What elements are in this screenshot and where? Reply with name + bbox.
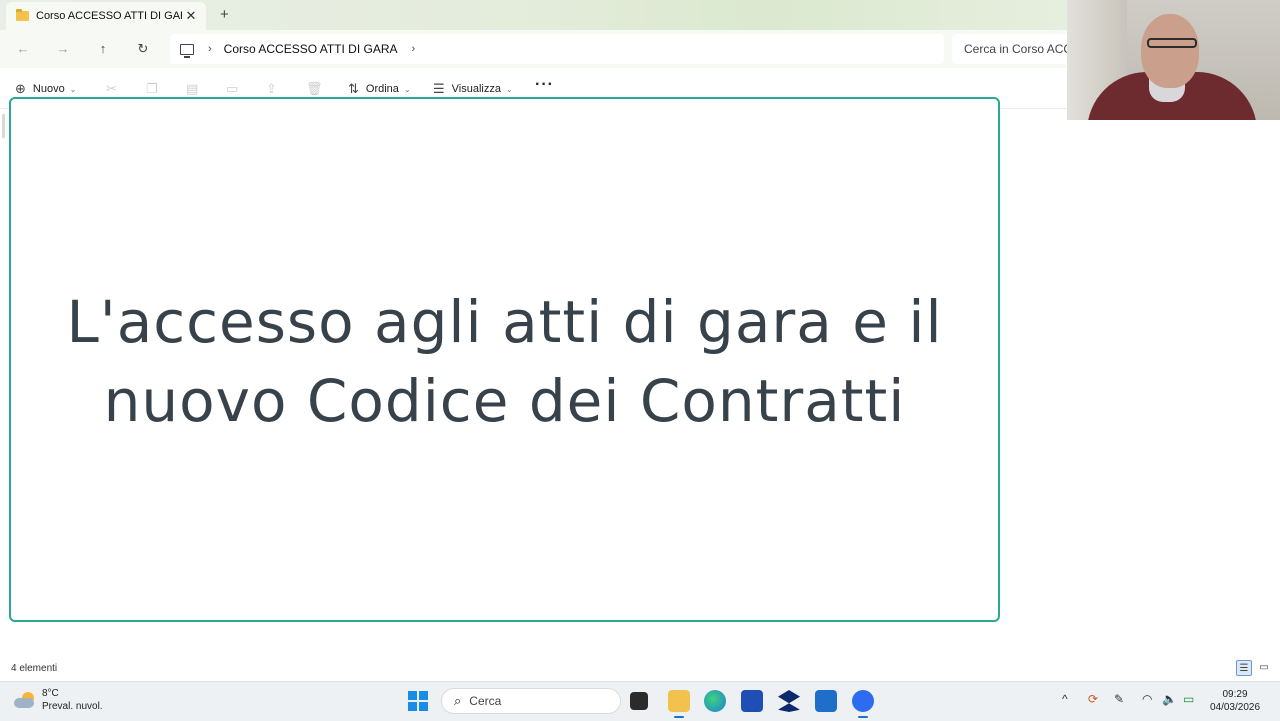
breadcrumb-folder[interactable]: Corso ACCESSO ATTI DI GARA <box>224 42 398 56</box>
chevron-right-icon[interactable]: › <box>412 43 416 55</box>
presentation-slide: L'accesso agli atti di gara e il nuovo C… <box>9 97 1000 622</box>
windows-start-icon[interactable] <box>408 691 428 711</box>
close-icon[interactable]: ✕ <box>182 8 200 24</box>
clipboard-icon: ▤ <box>186 81 199 96</box>
slide-title: L'accesso agli atti di gara e il nuovo C… <box>11 283 998 441</box>
share-button[interactable]: ⇪ <box>266 81 284 97</box>
presenter-glasses <box>1147 38 1197 48</box>
back-arrow-icon[interactable]: ← <box>14 40 32 58</box>
explorer-tab[interactable]: Corso ACCESSO ATTI DI GARA ✕ <box>6 2 206 30</box>
view-button[interactable]: ☰ Visualizza ⌄ <box>433 81 513 97</box>
more-options-icon[interactable]: ··· <box>535 76 554 94</box>
chevron-down-icon: ⌄ <box>69 84 77 94</box>
sort-arrows-icon: ⇅ <box>348 81 359 96</box>
webcam-video <box>1067 0 1280 120</box>
item-count: 4 elementi <box>11 663 58 674</box>
weather-temp: 8°C <box>42 688 59 699</box>
trash-icon: 🗑 <box>306 81 323 96</box>
tab-title: Corso ACCESSO ATTI DI GARA <box>36 10 182 22</box>
battery-icon[interactable]: ▭ <box>1183 692 1194 706</box>
clock-time: 09:29 <box>1222 689 1248 700</box>
chevron-down-icon: ⌄ <box>403 84 411 94</box>
volume-icon[interactable]: 🔈 <box>1162 692 1177 706</box>
file-explorer-app-icon[interactable] <box>668 690 690 718</box>
pen-icon[interactable]: ✎ <box>1114 692 1124 706</box>
slide-title-line-2: nuovo Codice dei Contratti <box>103 367 906 435</box>
computer-icon <box>180 43 194 58</box>
zoom-app-icon[interactable] <box>852 690 874 718</box>
weather-desc: Preval. nuvol. <box>42 701 103 712</box>
calculator-app-icon[interactable] <box>815 690 837 712</box>
forward-arrow-icon[interactable]: → <box>54 40 72 58</box>
details-view-icon[interactable]: ☰ <box>1236 660 1252 676</box>
list-view-icon: ☰ <box>433 81 445 96</box>
share-icon: ⇪ <box>266 81 277 96</box>
delete-button[interactable]: 🗑 <box>306 81 330 97</box>
new-button[interactable]: ⊕ Nuovo ⌄ <box>15 81 76 97</box>
sort-button[interactable]: ⇅ Ordina ⌄ <box>348 81 411 97</box>
up-arrow-icon[interactable]: ↑ <box>94 40 112 58</box>
clock-date: 04/03/2026 <box>1209 702 1261 713</box>
address-bar[interactable]: › Corso ACCESSO ATTI DI GARA › <box>170 34 944 64</box>
folder-icon <box>16 9 29 21</box>
new-tab-button[interactable]: + <box>220 6 229 23</box>
sync-icon[interactable]: ⟳ <box>1088 692 1098 706</box>
chevron-up-icon[interactable]: ^ <box>1062 692 1068 706</box>
rename-icon: ▭ <box>226 81 239 96</box>
copy-icon: ❐ <box>146 81 158 96</box>
edge-browser-icon[interactable] <box>704 690 726 712</box>
weather-widget[interactable]: 8°C Preval. nuvol. <box>14 687 103 713</box>
refresh-icon[interactable]: ↻ <box>134 40 152 58</box>
search-icon: ⌕ <box>454 693 462 708</box>
view-label: Visualizza <box>451 83 501 95</box>
wifi-icon[interactable]: ◠ <box>1142 692 1152 706</box>
rename-button[interactable]: ▭ <box>226 81 245 97</box>
slide-title-line-1: L'accesso agli atti di gara e il <box>66 288 943 356</box>
scroll-indicator <box>2 114 5 138</box>
plus-circle-icon: ⊕ <box>15 81 26 96</box>
taskbar-search[interactable]: ⌕ Cerca <box>441 688 621 714</box>
sort-label: Ordina <box>365 83 399 95</box>
paste-button[interactable]: ▤ <box>186 81 205 97</box>
dropbox-icon[interactable] <box>778 690 800 712</box>
terminal-app-icon[interactable] <box>630 692 648 710</box>
taskbar: 8°C Preval. nuvol. ⌕ Cerca ^ ⟳ ✎ ◠ 🔈 ▭ 0… <box>0 681 1280 721</box>
search-input[interactable]: Cerca in Corso ACCESSO ATTI DI GARA <box>952 34 1082 64</box>
chevron-down-icon: ⌄ <box>505 84 513 94</box>
clock[interactable]: 09:29 04/03/2026 <box>1200 688 1270 714</box>
view-toggle: ☰ ▭ <box>1236 660 1272 676</box>
taskbar-search-label: Cerca <box>469 694 502 708</box>
presenter-head <box>1141 14 1199 88</box>
chevron-right-icon[interactable]: › <box>208 43 212 55</box>
cut-button[interactable]: ✂ <box>106 81 124 97</box>
partly-cloudy-icon <box>14 692 36 708</box>
tiles-view-icon[interactable]: ▭ <box>1256 660 1272 676</box>
copy-button[interactable]: ❐ <box>146 81 165 97</box>
store-app-icon[interactable] <box>741 690 763 712</box>
new-label: Nuovo <box>32 83 65 95</box>
scissors-icon: ✂ <box>106 81 117 96</box>
